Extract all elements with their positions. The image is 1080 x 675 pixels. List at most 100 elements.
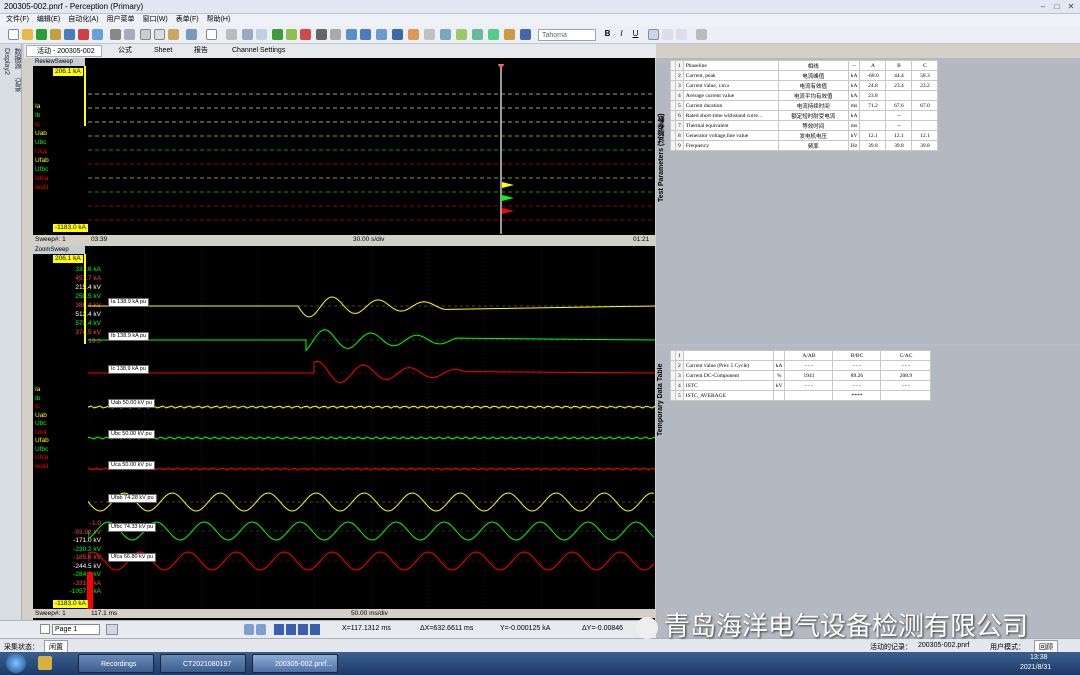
meter-icon[interactable] bbox=[316, 29, 327, 40]
table-cell[interactable]: -68.0 bbox=[859, 70, 887, 81]
maximize-button[interactable]: □ bbox=[1050, 1, 1064, 12]
table-cell[interactable]: 4 bbox=[675, 90, 684, 101]
table-cell[interactable]: Current value, r.m.s bbox=[682, 80, 779, 91]
table-cell[interactable]: 24.8 bbox=[859, 80, 887, 91]
table-cell[interactable]: Frequency bbox=[682, 140, 779, 151]
table-cell[interactable]: 9 bbox=[675, 140, 684, 151]
table-cell[interactable] bbox=[859, 120, 887, 131]
table-cell[interactable]: A/AB bbox=[784, 350, 834, 361]
task-ct[interactable]: CT2021080197 bbox=[160, 654, 246, 673]
fit-icon[interactable] bbox=[346, 29, 357, 40]
undo-icon[interactable] bbox=[186, 29, 197, 40]
tab-activity[interactable]: 活动 - 200305-002 bbox=[26, 45, 102, 57]
minimize-button[interactable]: – bbox=[1036, 1, 1050, 12]
table-cell[interactable]: kV bbox=[772, 380, 786, 391]
menu-form[interactable]: 表单(F) bbox=[176, 14, 199, 26]
table-cell[interactable]: 电流持续时间 bbox=[777, 100, 849, 111]
table-cell[interactable] bbox=[772, 390, 786, 401]
table-cell[interactable]: Current duration bbox=[682, 100, 779, 111]
table-cell[interactable]: -- bbox=[885, 110, 913, 121]
arrange-icon[interactable] bbox=[376, 29, 387, 40]
table-cell[interactable]: 电流峰值 bbox=[777, 70, 849, 81]
table-cell[interactable]: Average current value bbox=[682, 90, 779, 101]
table-cell[interactable]: 6 bbox=[675, 110, 684, 121]
table-cell[interactable]: 相线 bbox=[777, 60, 849, 71]
table-cell[interactable]: 8 bbox=[675, 130, 684, 141]
table-cell[interactable]: 电流平均有效值 bbox=[777, 90, 849, 101]
table-cell[interactable]: 12.1 bbox=[911, 130, 939, 141]
table-cell[interactable]: 39.8 bbox=[859, 140, 887, 151]
window-icon[interactable] bbox=[520, 29, 531, 40]
first-icon[interactable] bbox=[274, 624, 284, 635]
table-cell[interactable]: B/BC bbox=[832, 350, 882, 361]
paste-icon[interactable] bbox=[168, 29, 179, 40]
last-icon[interactable] bbox=[310, 624, 320, 635]
marker-icon[interactable] bbox=[408, 29, 419, 40]
channel-lime-icon[interactable] bbox=[286, 29, 297, 40]
new-icon[interactable] bbox=[8, 29, 19, 40]
next-icon[interactable] bbox=[298, 624, 308, 635]
table-cell[interactable]: 5 bbox=[675, 100, 684, 111]
table-cell[interactable]: kA bbox=[847, 80, 861, 91]
table-cell[interactable]: 等效时间 bbox=[777, 120, 849, 131]
table-cell[interactable]: 2 bbox=[675, 360, 684, 371]
table-cell[interactable]: Phaseline bbox=[682, 60, 779, 71]
table-cell[interactable]: Hz bbox=[847, 140, 861, 151]
pen-icon[interactable] bbox=[696, 29, 707, 40]
menu-automation[interactable]: 自动化(A) bbox=[68, 14, 98, 26]
table-cell[interactable]: - - - bbox=[784, 380, 834, 391]
tab-formula[interactable]: 公式 bbox=[108, 45, 132, 57]
record-icon[interactable] bbox=[78, 29, 89, 40]
font-select[interactable]: Tahoma bbox=[538, 29, 596, 41]
start-button[interactable] bbox=[6, 653, 26, 673]
sheet-icon[interactable] bbox=[440, 29, 451, 40]
scale-icon[interactable] bbox=[360, 29, 371, 40]
table-cell[interactable]: - - - bbox=[880, 380, 932, 391]
explorer-icon[interactable] bbox=[38, 656, 52, 670]
review-plot[interactable] bbox=[88, 64, 655, 234]
export-icon[interactable] bbox=[472, 29, 483, 40]
channel-green-icon[interactable] bbox=[272, 29, 283, 40]
table-cell[interactable]: Generator voltage,line value bbox=[682, 130, 779, 141]
table-cell[interactable]: 44.4 bbox=[885, 70, 913, 81]
table-cell[interactable]: 23.8 bbox=[859, 90, 887, 101]
tab-report[interactable]: 报告 bbox=[184, 45, 208, 57]
table-cell[interactable]: -- bbox=[885, 120, 913, 131]
table-cell[interactable]: Rated short-time withstand curre... bbox=[682, 110, 779, 121]
page-checkbox[interactable] bbox=[40, 624, 50, 634]
layout-icon[interactable] bbox=[206, 29, 217, 40]
zoom-out-icon[interactable] bbox=[256, 624, 266, 635]
menu-file[interactable]: 文件(F) bbox=[6, 14, 29, 26]
datasource-tab[interactable]: 数据源 bbox=[12, 48, 22, 69]
table-cell[interactable]: 电流有效值 bbox=[777, 80, 849, 91]
table-cell[interactable]: C bbox=[911, 60, 939, 71]
align-center-icon[interactable] bbox=[662, 29, 673, 40]
table-cell[interactable]: - - - bbox=[784, 360, 834, 371]
bold-button[interactable]: B bbox=[602, 29, 613, 40]
import-icon[interactable] bbox=[488, 29, 499, 40]
table-cell[interactable]: ISTC bbox=[682, 380, 774, 391]
table-cell[interactable]: 71.2 bbox=[859, 100, 887, 111]
menu-window[interactable]: 窗口(W) bbox=[142, 14, 167, 26]
home-icon[interactable] bbox=[36, 29, 47, 40]
table-cell[interactable]: 1 bbox=[675, 60, 684, 71]
tab-channel-settings[interactable]: Channel Settings bbox=[222, 45, 285, 57]
table-cell[interactable]: 208.9 bbox=[880, 370, 932, 381]
cut-icon[interactable] bbox=[140, 29, 151, 40]
tab-sheet[interactable]: Sheet bbox=[144, 45, 172, 57]
table-cell[interactable]: 1941 bbox=[784, 370, 834, 381]
ruler-icon[interactable] bbox=[330, 29, 341, 40]
table-cell[interactable]: ms bbox=[847, 120, 861, 131]
task-recordings[interactable]: Recordings bbox=[78, 654, 154, 673]
folder-icon[interactable] bbox=[50, 29, 61, 40]
table-cell[interactable]: Current, peak bbox=[682, 70, 779, 81]
table-cell[interactable]: A bbox=[859, 60, 887, 71]
close-button[interactable]: ✕ bbox=[1064, 1, 1078, 12]
table-cell[interactable]: kA bbox=[847, 110, 861, 121]
zoom-plot[interactable] bbox=[88, 250, 655, 608]
table-cell[interactable] bbox=[911, 90, 939, 101]
zoom-icon[interactable] bbox=[242, 29, 253, 40]
cursor-icon[interactable] bbox=[256, 29, 267, 40]
table-cell[interactable] bbox=[859, 110, 887, 121]
underline-button[interactable]: U bbox=[630, 29, 641, 40]
